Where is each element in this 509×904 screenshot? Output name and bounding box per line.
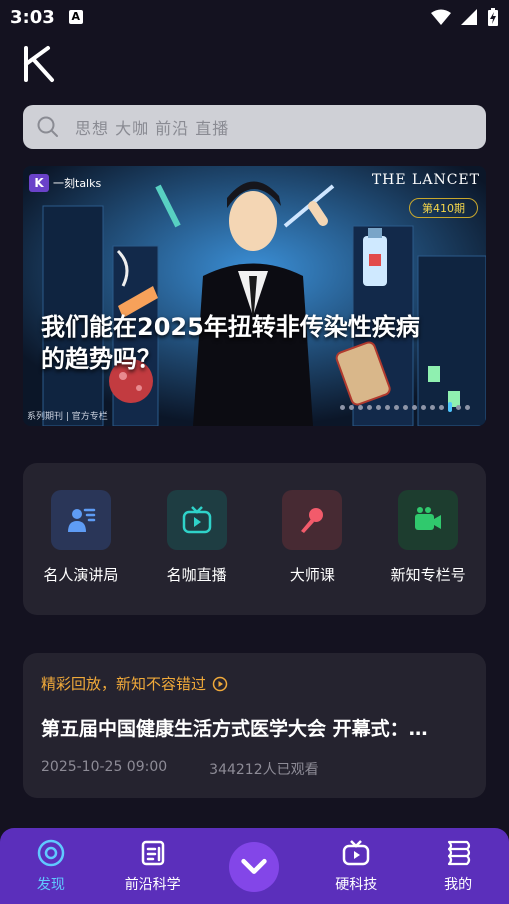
microphone-icon xyxy=(282,490,343,550)
quick-link-live[interactable]: 名咖直播 xyxy=(147,490,247,615)
notification-icon: A xyxy=(68,10,83,24)
tab-center[interactable] xyxy=(209,838,299,892)
replay-title: 第五届中国健康生活方式医学大会 开幕式：… xyxy=(41,718,428,740)
brand-logo-icon: K xyxy=(29,174,49,192)
chevron-down-icon xyxy=(229,842,280,892)
replay-date: 2025-10-25 09:00 xyxy=(41,759,168,775)
video-camera-icon xyxy=(398,490,459,550)
battery-icon xyxy=(488,8,498,26)
tab-label: 硬科技 xyxy=(335,877,378,893)
tab-label: 我的 xyxy=(444,877,473,893)
quick-link-label: 新知专栏号 xyxy=(390,566,466,584)
speaker-icon xyxy=(50,490,111,550)
tab-label: 前沿科学 xyxy=(124,877,181,893)
signal-icon xyxy=(461,9,477,25)
partner-name: THE LANCET xyxy=(371,172,480,188)
profile-icon xyxy=(447,840,471,866)
tab-discover[interactable]: 发现 xyxy=(6,838,96,894)
quick-link-label: 大师课 xyxy=(289,566,335,584)
discover-icon xyxy=(37,839,65,867)
issue-badge: 第410期 xyxy=(409,198,478,218)
tab-profile[interactable]: 我的 xyxy=(413,838,503,894)
bottom-tab-bar: 发现 前沿科学 硬科技 我的 xyxy=(0,828,509,904)
quick-links: 名人演讲局 名咖直播 大师课 新知专栏号 xyxy=(23,463,486,615)
wifi-icon xyxy=(431,9,451,25)
replay-views: 344212人已观看 xyxy=(209,762,319,778)
brand-badge: K 一刻talks xyxy=(29,174,101,192)
tab-label: 发现 xyxy=(36,877,65,893)
quick-link-masterclass[interactable]: 大师课 xyxy=(262,490,362,615)
document-icon xyxy=(141,840,164,866)
tv-icon xyxy=(166,490,227,550)
brand-name: 一刻talks xyxy=(53,177,102,190)
status-time: 3:03 xyxy=(10,6,55,28)
tab-frontier-science[interactable]: 前沿科学 xyxy=(108,838,198,894)
replay-tag-text: 精彩回放，新知不容错过 xyxy=(41,675,207,693)
app-logo xyxy=(24,46,54,82)
replay-card[interactable]: 精彩回放，新知不容错过 第五届中国健康生活方式医学大会 开幕式：… 2025-1… xyxy=(23,653,486,798)
quick-link-speech[interactable]: 名人演讲局 xyxy=(31,490,131,615)
carousel-indicator[interactable] xyxy=(340,402,470,412)
search-bar[interactable]: 思想 大咖 前沿 直播 xyxy=(23,105,486,149)
tv-icon xyxy=(343,840,370,866)
banner-headline: 我们能在2025年扭转非传染性疾病的趋势吗？ xyxy=(41,313,420,373)
banner-subtitle: 系列期刊 | 官方专栏 xyxy=(27,412,108,422)
search-placeholder: 思想 大咖 前沿 直播 xyxy=(75,119,230,138)
quick-link-label: 名人演讲局 xyxy=(43,566,119,584)
play-circle-icon xyxy=(212,676,228,691)
replay-tag: 精彩回放，新知不容错过 xyxy=(41,673,468,694)
quick-link-label: 名咖直播 xyxy=(166,566,227,584)
status-bar: 3:03 A xyxy=(0,0,509,34)
tab-hard-tech[interactable]: 硬科技 xyxy=(311,838,401,894)
search-icon xyxy=(37,116,58,137)
featured-banner[interactable]: K 一刻talks THE LANCET 第410期 我们能在2025年扭转非传… xyxy=(23,166,486,426)
quick-link-column[interactable]: 新知专栏号 xyxy=(378,490,478,615)
